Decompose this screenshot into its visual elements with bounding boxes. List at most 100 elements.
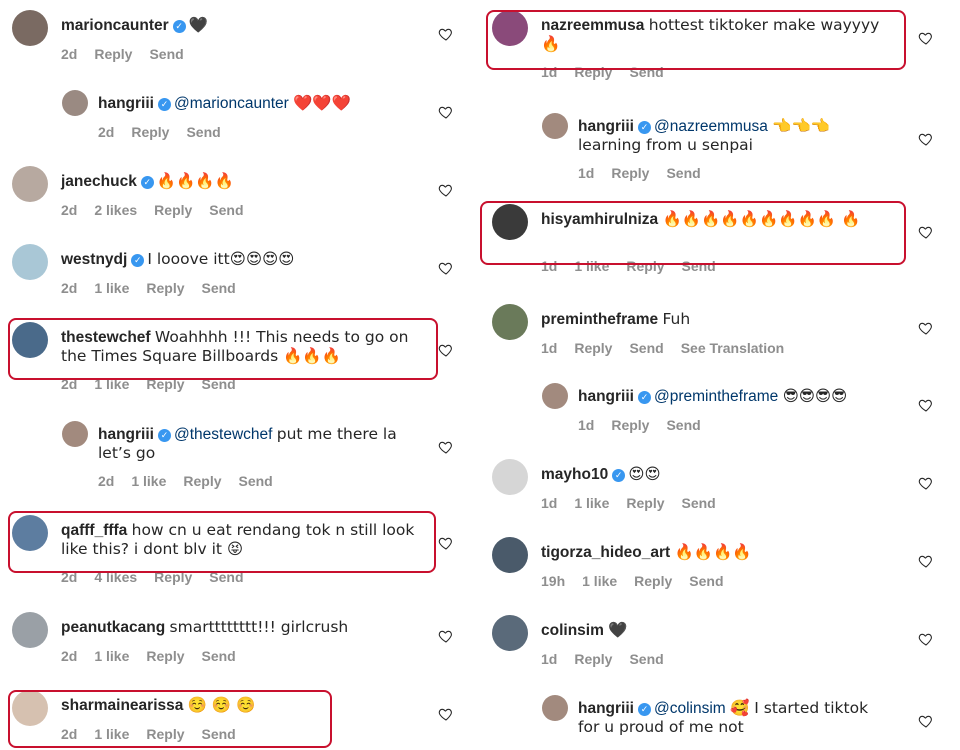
send-button[interactable]: Send: [209, 569, 243, 585]
likes-count[interactable]: 1 like: [131, 473, 166, 489]
username[interactable]: mayho10: [541, 466, 608, 483]
send-button[interactable]: Send: [209, 202, 243, 218]
username[interactable]: tigorza_hideo_art: [541, 544, 670, 561]
reply-button[interactable]: Reply: [131, 124, 169, 140]
reply-button[interactable]: Reply: [626, 258, 664, 274]
send-button[interactable]: Send: [202, 376, 236, 392]
like-heart-icon[interactable]: [918, 713, 938, 733]
send-button[interactable]: Send: [682, 495, 716, 511]
send-button[interactable]: Send: [666, 417, 700, 433]
likes-count[interactable]: 1 like: [94, 280, 129, 296]
reply-button[interactable]: Reply: [634, 573, 672, 589]
send-button[interactable]: Send: [682, 258, 716, 274]
like-heart-icon[interactable]: [918, 397, 938, 417]
like-heart-icon[interactable]: [918, 631, 938, 651]
likes-count[interactable]: 1 like: [94, 648, 129, 664]
avatar[interactable]: [542, 113, 568, 139]
avatar[interactable]: [542, 383, 568, 409]
likes-count[interactable]: 1 like: [94, 376, 129, 392]
avatar[interactable]: [492, 10, 528, 46]
reply-button[interactable]: Reply: [574, 651, 612, 667]
reply-button[interactable]: Reply: [611, 165, 649, 181]
send-button[interactable]: Send: [629, 651, 663, 667]
avatar[interactable]: [62, 90, 88, 116]
avatar[interactable]: [12, 515, 48, 551]
username[interactable]: colinsim: [541, 622, 604, 639]
reply-button[interactable]: Reply: [146, 648, 184, 664]
username[interactable]: hangriii: [578, 118, 634, 135]
avatar[interactable]: [62, 421, 88, 447]
avatar[interactable]: [12, 166, 48, 202]
reply-button[interactable]: Reply: [146, 376, 184, 392]
avatar[interactable]: [12, 612, 48, 648]
like-heart-icon[interactable]: [918, 320, 938, 340]
like-heart-icon[interactable]: [438, 439, 458, 459]
send-button[interactable]: Send: [239, 473, 273, 489]
reply-button[interactable]: Reply: [94, 46, 132, 62]
reply-button[interactable]: Reply: [146, 280, 184, 296]
avatar[interactable]: [12, 244, 48, 280]
send-button[interactable]: Send: [202, 280, 236, 296]
username[interactable]: hangriii: [98, 95, 154, 112]
username[interactable]: hangriii: [98, 426, 154, 443]
reply-button[interactable]: Reply: [574, 340, 612, 356]
avatar[interactable]: [492, 537, 528, 573]
like-heart-icon[interactable]: [438, 706, 458, 726]
likes-count[interactable]: 1 like: [582, 573, 617, 589]
send-button[interactable]: Send: [149, 46, 183, 62]
like-heart-icon[interactable]: [918, 553, 938, 573]
like-heart-icon[interactable]: [438, 260, 458, 280]
reply-button[interactable]: Reply: [626, 495, 664, 511]
mention-link[interactable]: @thestewchef: [174, 426, 272, 443]
avatar[interactable]: [12, 322, 48, 358]
username[interactable]: hangriii: [578, 700, 634, 717]
reply-button[interactable]: Reply: [154, 202, 192, 218]
username[interactable]: janechuck: [61, 173, 137, 190]
username[interactable]: nazreemmusa: [541, 17, 644, 34]
see-translation-button[interactable]: See Translation: [681, 340, 784, 356]
likes-count[interactable]: 1 like: [94, 726, 129, 742]
username[interactable]: peanutkacang: [61, 619, 165, 636]
like-heart-icon[interactable]: [438, 26, 458, 46]
avatar[interactable]: [492, 204, 528, 240]
reply-button[interactable]: Reply: [183, 473, 221, 489]
like-heart-icon[interactable]: [918, 224, 938, 244]
avatar[interactable]: [492, 304, 528, 340]
avatar[interactable]: [12, 10, 48, 46]
avatar[interactable]: [492, 615, 528, 651]
send-button[interactable]: Send: [629, 340, 663, 356]
likes-count[interactable]: 2 likes: [94, 202, 137, 218]
avatar[interactable]: [12, 690, 48, 726]
send-button[interactable]: Send: [689, 573, 723, 589]
avatar[interactable]: [492, 459, 528, 495]
username[interactable]: qafff_fffa: [61, 522, 127, 539]
send-button[interactable]: Send: [666, 165, 700, 181]
like-heart-icon[interactable]: [918, 131, 938, 151]
likes-count[interactable]: 1 like: [574, 495, 609, 511]
username[interactable]: westnydj: [61, 251, 127, 268]
reply-button[interactable]: Reply: [154, 569, 192, 585]
like-heart-icon[interactable]: [438, 342, 458, 362]
mention-link[interactable]: @premintheframe: [654, 388, 778, 405]
send-button[interactable]: Send: [202, 648, 236, 664]
send-button[interactable]: Send: [202, 726, 236, 742]
like-heart-icon[interactable]: [918, 30, 938, 50]
username[interactable]: sharmainearissa: [61, 697, 183, 714]
username[interactable]: hangriii: [578, 388, 634, 405]
send-button[interactable]: Send: [186, 124, 220, 140]
likes-count[interactable]: 4 likes: [94, 569, 137, 585]
avatar[interactable]: [542, 695, 568, 721]
like-heart-icon[interactable]: [438, 535, 458, 555]
reply-button[interactable]: Reply: [146, 726, 184, 742]
mention-link[interactable]: @nazreemmusa: [654, 118, 768, 135]
like-heart-icon[interactable]: [918, 475, 938, 495]
like-heart-icon[interactable]: [438, 182, 458, 202]
mention-link[interactable]: @colinsim: [654, 700, 726, 717]
username[interactable]: hisyamhirulniza: [541, 211, 658, 228]
send-button[interactable]: Send: [629, 64, 663, 80]
username[interactable]: thestewchef: [61, 329, 151, 346]
username[interactable]: marioncaunter: [61, 17, 169, 34]
reply-button[interactable]: Reply: [611, 417, 649, 433]
username[interactable]: premintheframe: [541, 311, 658, 328]
like-heart-icon[interactable]: [438, 628, 458, 648]
